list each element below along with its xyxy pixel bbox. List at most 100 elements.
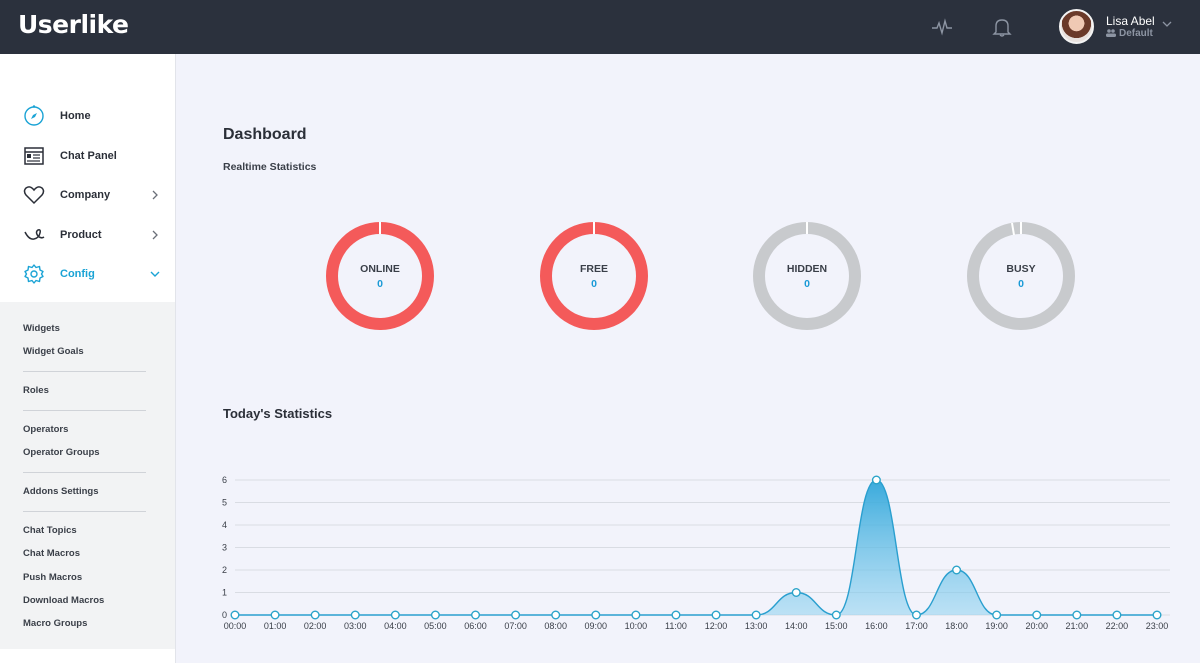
data-point[interactable] [711, 610, 721, 620]
sidebar-item-product[interactable]: Product [0, 217, 175, 253]
data-point[interactable] [591, 610, 601, 620]
sidebar-item-company[interactable]: Company [0, 177, 175, 213]
bell-icon[interactable] [990, 15, 1014, 39]
sidebar-item-label: Chat Panel [60, 150, 117, 162]
x-tick-label: 13:00 [745, 621, 768, 631]
data-point[interactable] [390, 610, 400, 620]
sidebar: Home Chat Panel Company Product Config W… [0, 54, 176, 663]
data-point[interactable] [791, 587, 801, 597]
chat-panel-icon [24, 147, 44, 165]
data-point[interactable] [871, 475, 881, 485]
data-point[interactable] [430, 610, 440, 620]
donut-ring-arc [967, 222, 1075, 330]
x-tick-label: 23:00 [1146, 621, 1169, 631]
submenu-item-operator-groups[interactable]: Operator Groups [23, 447, 100, 458]
donut-ring [326, 222, 434, 330]
x-tick-label: 11:00 [665, 621, 687, 631]
userlike-logo[interactable]: Userlike [18, 10, 129, 39]
x-tick-label: 08:00 [544, 621, 567, 631]
donut-label: ONLINE [360, 263, 400, 275]
x-tick-label: 22:00 [1106, 621, 1129, 631]
divider [23, 472, 146, 473]
data-point[interactable] [511, 610, 521, 620]
data-point[interactable] [671, 610, 681, 620]
chevron-right-icon [152, 230, 158, 240]
sidebar-item-label: Home [60, 110, 91, 122]
chevron-down-icon [150, 271, 160, 277]
x-tick-label: 15:00 [825, 621, 848, 631]
donut-value: 0 [1018, 278, 1024, 290]
data-point[interactable] [1072, 610, 1082, 620]
x-tick-label: 17:00 [905, 621, 928, 631]
today-statistics-chart: 0 1 2 3 4 5 6 00:00 01:00 02:00 03:00 04:00 05:00 06… [222, 475, 1170, 631]
sidebar-item-label: Company [60, 189, 111, 201]
x-tick-label: 18:00 [945, 621, 968, 631]
user-name[interactable]: Lisa Abel [1106, 14, 1155, 28]
data-point[interactable] [952, 565, 962, 575]
donut-value: 0 [591, 278, 597, 290]
submenu-item-download-macros[interactable]: Download Macros [23, 595, 104, 606]
x-tick-label: 02:00 [304, 621, 327, 631]
donut-value: 0 [377, 278, 383, 290]
donut-ring [967, 222, 1075, 330]
data-point[interactable] [1032, 610, 1042, 620]
sidebar-item-label: Product [60, 229, 102, 241]
activity-icon[interactable] [930, 15, 954, 39]
top-bar: Userlike Lisa Abel Default [0, 0, 1200, 54]
submenu-item-roles[interactable]: Roles [23, 385, 49, 396]
page-title: Dashboard [223, 126, 307, 143]
x-tick-label: 06:00 [464, 621, 487, 631]
y-tick-label: 3 [222, 543, 227, 553]
submenu-item-addons-settings[interactable]: Addons Settings [23, 486, 98, 497]
x-tick-label: 03:00 [344, 621, 367, 631]
data-point[interactable] [310, 610, 320, 620]
sidebar-item-home[interactable]: Home [0, 98, 175, 134]
realtime-donut-free: FREE 0 [538, 220, 650, 332]
data-point[interactable] [270, 610, 280, 620]
user-role-label: Default [1119, 28, 1153, 39]
sidebar-item-chat-panel[interactable]: Chat Panel [0, 138, 175, 174]
donut-value: 0 [804, 278, 810, 290]
submenu-item-operators[interactable]: Operators [23, 424, 68, 435]
data-point[interactable] [1152, 610, 1162, 620]
donut-ring-arc [540, 222, 648, 330]
sidebar-item-config[interactable]: Config [0, 256, 175, 292]
x-tick-label: 07:00 [504, 621, 527, 631]
donut-ring [753, 222, 861, 330]
divider [23, 371, 146, 372]
donut-ring-arc [326, 222, 434, 330]
submenu-item-widgets[interactable]: Widgets [23, 323, 60, 334]
data-point[interactable] [1112, 610, 1122, 620]
data-point[interactable] [471, 610, 481, 620]
data-point[interactable] [911, 610, 921, 620]
today-section-title: Today's Statistics [223, 406, 333, 421]
sidebar-item-label: Config [60, 268, 95, 280]
data-point[interactable] [631, 610, 641, 620]
data-point[interactable] [992, 610, 1002, 620]
x-tick-label: 01:00 [264, 621, 287, 631]
x-tick-label: 09:00 [585, 621, 608, 631]
submenu-item-push-macros[interactable]: Push Macros [23, 572, 82, 583]
chevron-down-icon[interactable] [1162, 20, 1172, 28]
x-tick-label: 21:00 [1066, 621, 1089, 631]
data-point[interactable] [831, 610, 841, 620]
y-tick-label: 6 [222, 475, 227, 485]
users-icon [1106, 29, 1116, 37]
submenu-item-macro-groups[interactable]: Macro Groups [23, 618, 87, 629]
chevron-right-icon [152, 190, 158, 200]
data-point[interactable] [751, 610, 761, 620]
divider [23, 410, 146, 411]
data-point[interactable] [350, 610, 360, 620]
data-point[interactable] [230, 610, 240, 620]
y-tick-label: 4 [222, 520, 227, 530]
user-avatar[interactable] [1059, 9, 1094, 44]
submenu-item-widget-goals[interactable]: Widget Goals [23, 346, 84, 357]
submenu-item-chat-topics[interactable]: Chat Topics [23, 525, 77, 536]
submenu-item-chat-macros[interactable]: Chat Macros [23, 548, 80, 559]
heart-icon [23, 186, 45, 205]
y-tick-label: 0 [222, 610, 227, 620]
donut-ring [540, 222, 648, 330]
data-point[interactable] [551, 610, 561, 620]
donut-label: HIDDEN [786, 263, 828, 275]
divider [23, 511, 146, 512]
